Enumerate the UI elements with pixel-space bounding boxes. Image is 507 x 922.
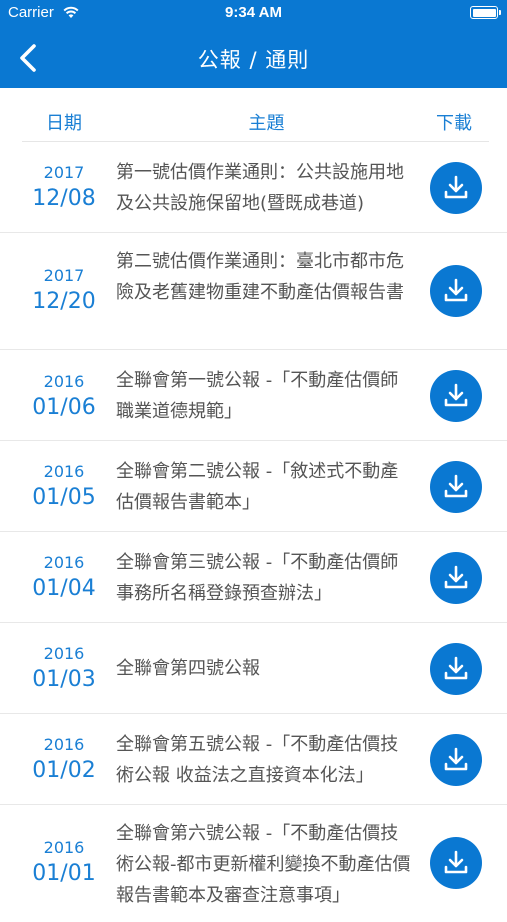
item-month-day: 01/04 <box>32 576 96 601</box>
item-subject: 第一號估價作業通則：公共設施用地及公共設施保留地(暨既成巷道) <box>116 162 404 214</box>
item-year: 2017 <box>43 163 85 182</box>
list-item[interactable]: 2016 01/03 全聯會第四號公報 <box>0 623 507 714</box>
download-icon <box>444 850 468 874</box>
list-item[interactable]: 2016 01/02 全聯會第五號公報 -「不動產估價技術公報 收益法之直接資本… <box>0 714 507 805</box>
item-month-day: 12/20 <box>32 289 96 314</box>
item-subject: 全聯會第四號公報 <box>116 658 260 679</box>
document-list: 2017 12/08 第一號估價作業通則：公共設施用地及公共設施保留地(暨既成巷… <box>0 142 507 922</box>
item-month-day: 01/01 <box>32 861 96 886</box>
list-item[interactable]: 2016 01/04 全聯會第三號公報 -「不動產估價師事務所名稱登錄預查辦法」 <box>0 532 507 623</box>
column-header-subject: 主題 <box>248 113 285 134</box>
download-icon <box>444 383 468 407</box>
item-date: 2016 01/03 <box>22 644 106 692</box>
list-item[interactable]: 2016 01/01 全聯會第六號公報 -「不動產估價技術公報-都市更新權利變換… <box>0 805 507 922</box>
column-header-download: 下載 <box>436 113 472 134</box>
item-month-day: 01/02 <box>32 758 96 783</box>
list-item[interactable]: 2016 01/06 全聯會第一號公報 -「不動產估價師職業道德規範」 <box>0 350 507 441</box>
header-bar: Carrier 9:34 AM 公報 / 通則 <box>0 0 507 88</box>
download-icon <box>444 175 468 199</box>
item-date: 2016 01/04 <box>22 553 106 601</box>
download-button[interactable] <box>430 837 482 889</box>
download-button[interactable] <box>430 643 482 695</box>
item-subject: 全聯會第一號公報 -「不動產估價師職業道德規範」 <box>116 370 399 422</box>
item-year: 2016 <box>43 553 85 572</box>
download-icon <box>444 656 468 680</box>
download-icon <box>444 565 468 589</box>
item-month-day: 12/08 <box>32 186 96 211</box>
download-icon <box>444 474 468 498</box>
item-subject: 全聯會第五號公報 -「不動產估價技術公報 收益法之直接資本化法」 <box>116 734 399 786</box>
download-button[interactable] <box>430 552 482 604</box>
download-icon <box>444 278 468 302</box>
item-year: 2016 <box>43 644 85 663</box>
nav-bar: 公報 / 通則 <box>0 28 507 88</box>
item-date: 2016 01/05 <box>22 462 106 510</box>
download-button[interactable] <box>430 162 482 214</box>
item-month-day: 01/05 <box>32 485 96 510</box>
download-button[interactable] <box>430 461 482 513</box>
item-year: 2016 <box>43 838 85 857</box>
download-button[interactable] <box>430 265 482 317</box>
page-title: 公報 / 通則 <box>197 48 310 72</box>
list-item[interactable]: 2017 12/20 第二號估價作業通則：臺北市都市危險及老舊建物重建不動產估價… <box>0 233 507 350</box>
item-subject: 全聯會第六號公報 -「不動產估價技術公報-都市更新權利變換不動產估價報告書範本及… <box>116 823 411 906</box>
item-year: 2016 <box>43 462 85 481</box>
column-headers: 日期 主題 下載 <box>0 88 507 142</box>
item-date: 2016 01/01 <box>22 838 106 886</box>
item-date: 2017 12/08 <box>22 163 106 211</box>
download-icon <box>444 747 468 771</box>
download-button[interactable] <box>430 370 482 422</box>
list-item[interactable]: 2016 01/05 全聯會第二號公報 -「敘述式不動產估價報告書範本」 <box>0 441 507 532</box>
item-date: 2016 01/02 <box>22 735 106 783</box>
item-subject: 全聯會第二號公報 -「敘述式不動產估價報告書範本」 <box>116 461 399 513</box>
item-date: 2016 01/06 <box>22 372 106 420</box>
status-time: 9:34 AM <box>225 4 282 21</box>
list-item[interactable]: 2017 12/08 第一號估價作業通則：公共設施用地及公共設施保留地(暨既成巷… <box>0 142 507 233</box>
item-year: 2016 <box>43 372 85 391</box>
item-subject: 第二號估價作業通則：臺北市都市危險及老舊建物重建不動產估價報告書 <box>116 251 404 303</box>
download-button[interactable] <box>430 734 482 786</box>
item-month-day: 01/03 <box>32 667 96 692</box>
status-bar: Carrier 9:34 AM <box>0 0 507 28</box>
item-year: 2017 <box>43 266 85 285</box>
item-month-day: 01/06 <box>32 395 96 420</box>
battery-icon <box>470 6 501 19</box>
item-year: 2016 <box>43 735 85 754</box>
item-date: 2017 12/20 <box>22 266 106 314</box>
item-subject: 全聯會第三號公報 -「不動產估價師事務所名稱登錄預查辦法」 <box>116 552 399 604</box>
